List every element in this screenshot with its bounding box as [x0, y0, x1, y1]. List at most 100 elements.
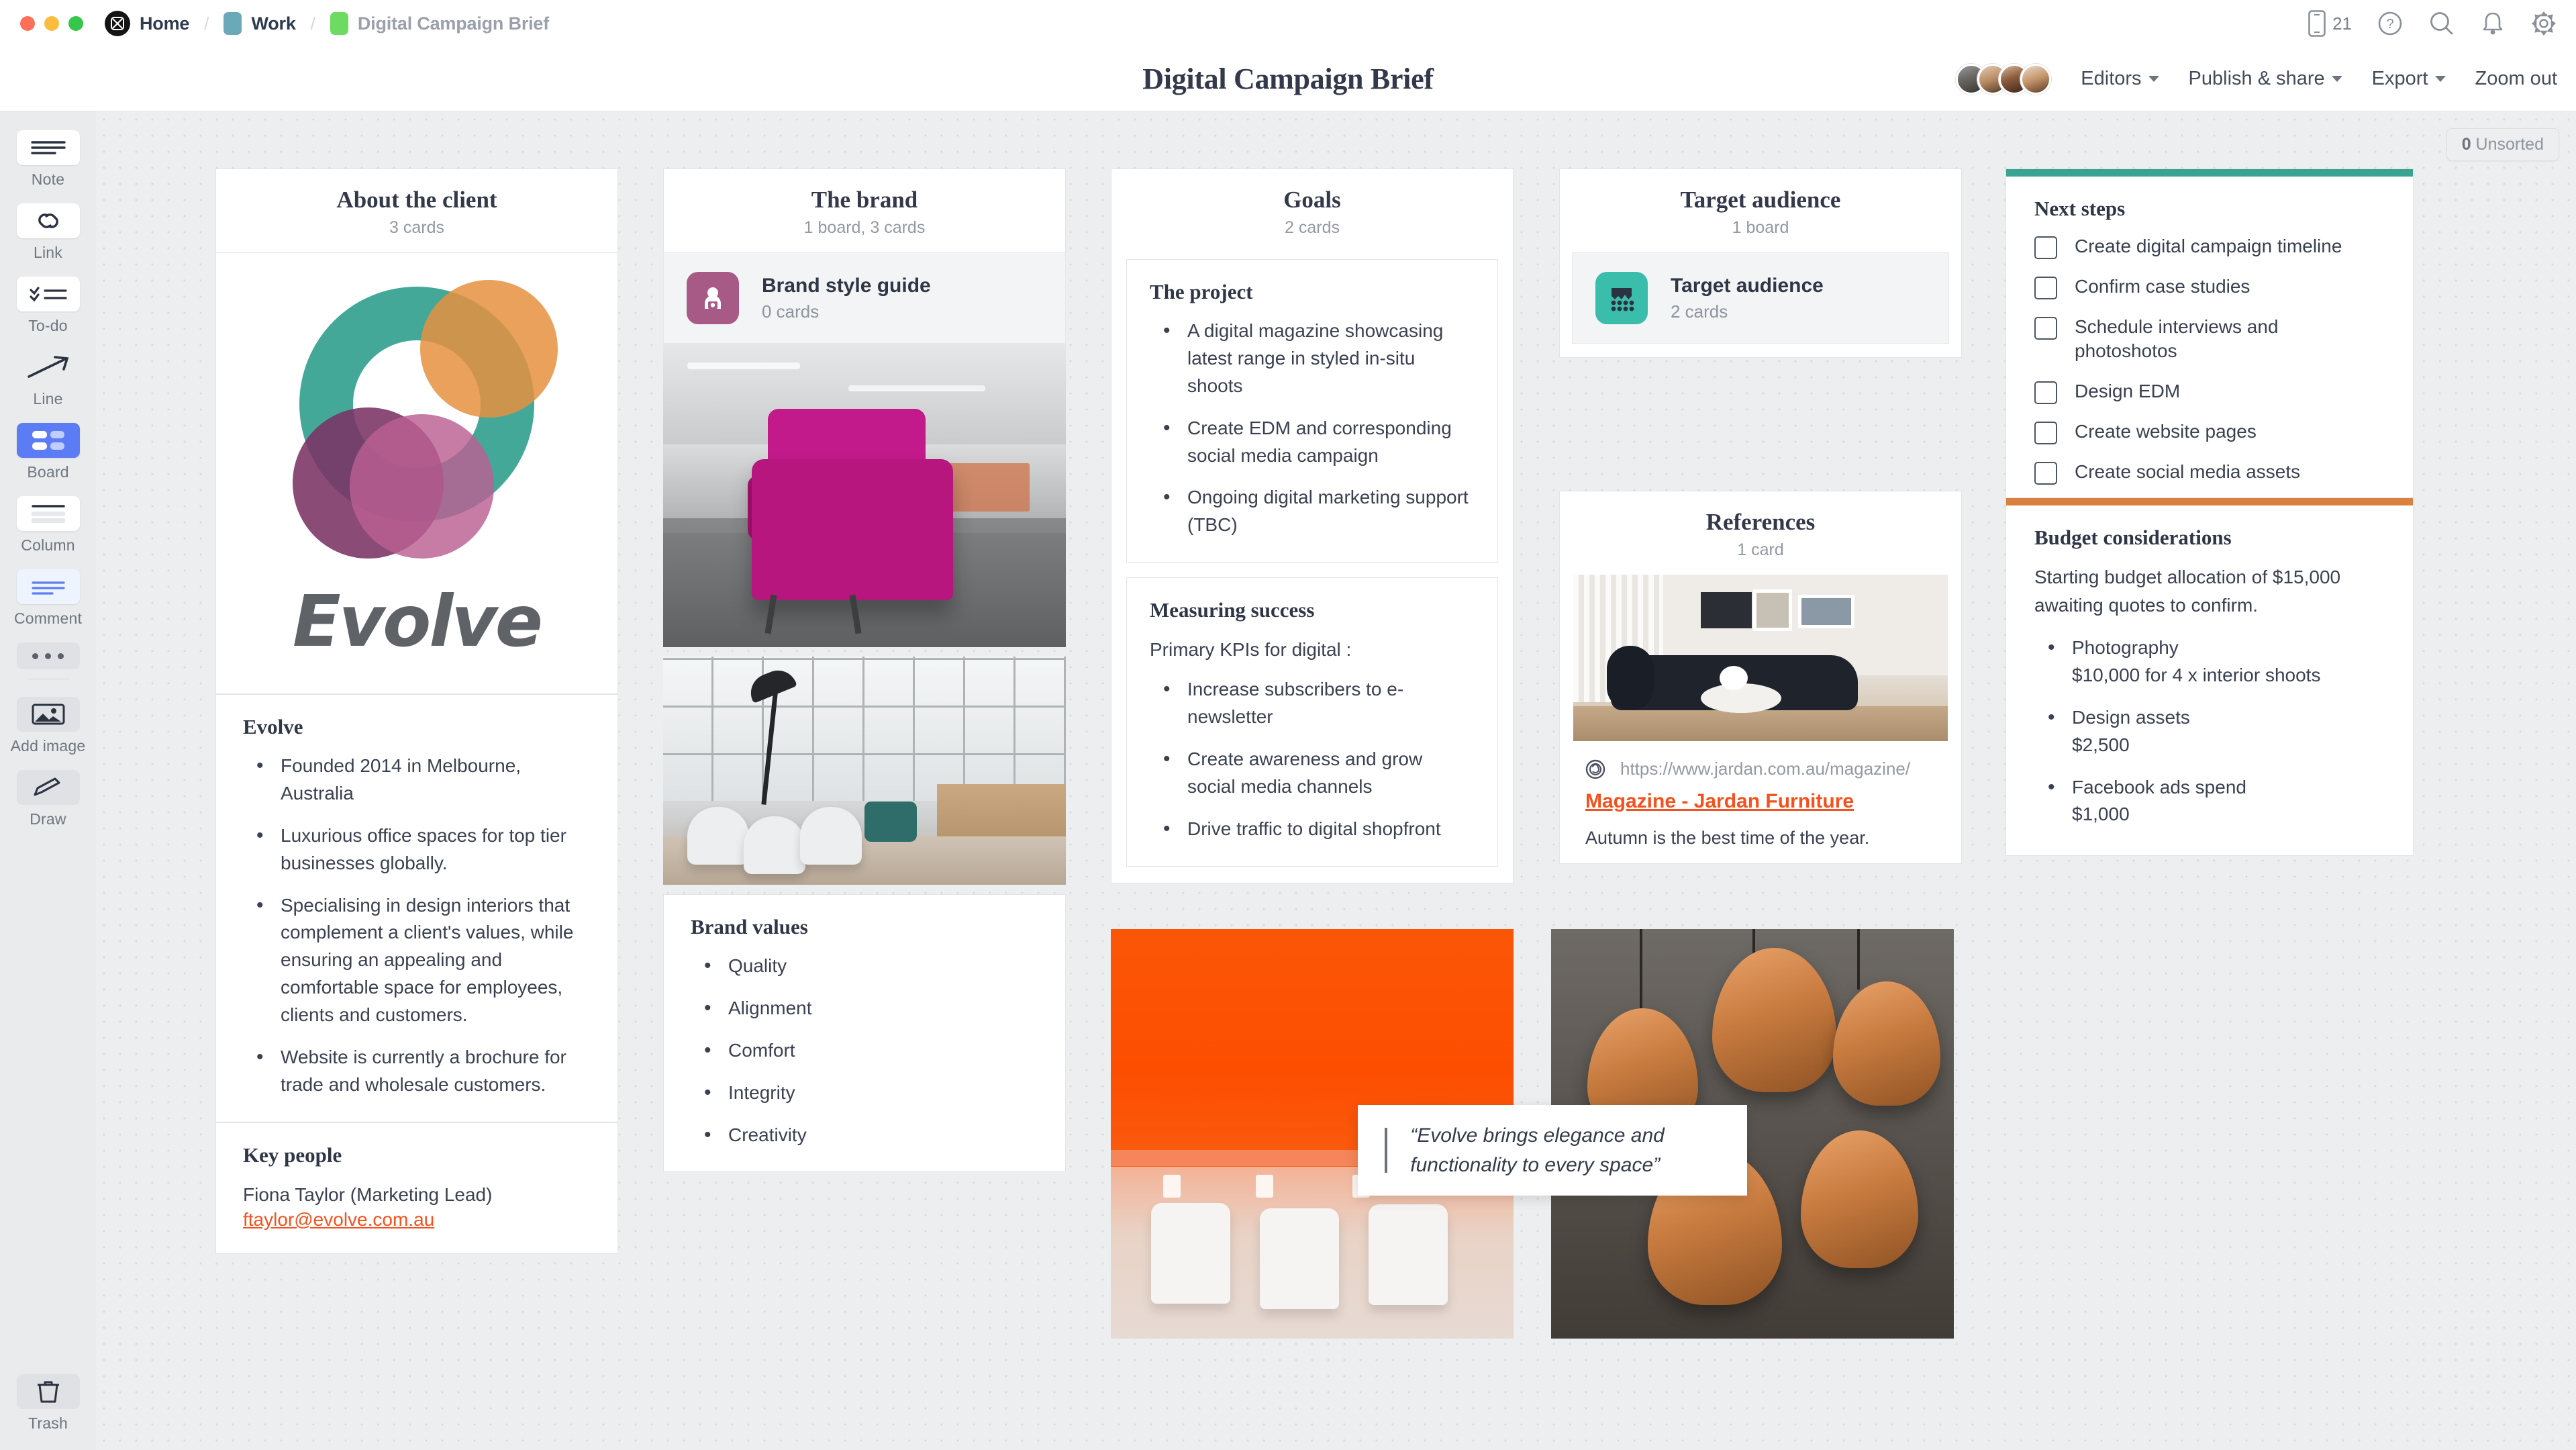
editors-menu-button[interactable]: Editors	[2081, 68, 2159, 90]
column-subtitle: 1 board, 3 cards	[803, 218, 926, 237]
board-canvas[interactable]: 0 Unsorted About the client 3 cards Evol…	[96, 111, 2576, 1450]
export-menu-button[interactable]: Export	[2372, 68, 2446, 90]
photo-living-room[interactable]	[1573, 575, 1948, 741]
tool-add-image-label: Add image	[10, 737, 86, 755]
left-toolbar: Note Link To-do Line Board Column Commen…	[0, 111, 96, 1450]
settings-icon[interactable]	[2530, 10, 2557, 37]
checkbox-icon[interactable]	[2034, 277, 2057, 299]
tool-todo-label: To-do	[28, 317, 68, 334]
quote-overlay-card[interactable]: “Evolve brings elegance and functionalit…	[1358, 1105, 1747, 1196]
card-the-project[interactable]: The project A digital magazine showcasin…	[1126, 259, 1498, 563]
device-count[interactable]: 21	[2308, 10, 2352, 37]
list-item: Design assets $2,500	[2034, 703, 2385, 759]
card-measuring-success[interactable]: Measuring success Primary KPIs for digit…	[1126, 577, 1498, 867]
list-item: Ongoing digital marketing support (TBC)	[1150, 483, 1475, 539]
tool-column[interactable]: Column	[0, 496, 96, 554]
unsorted-badge[interactable]: 0 Unsorted	[2446, 128, 2559, 161]
card-budget-considerations[interactable]: Budget considerations Starting budget al…	[2005, 497, 2414, 857]
tool-line[interactable]: Line	[0, 350, 96, 408]
column-title: The brand	[811, 187, 918, 213]
checkbox-icon[interactable]	[2034, 317, 2057, 340]
key-person-email-link[interactable]: ftaylor@evolve.com.au	[243, 1209, 434, 1230]
breadcrumb-item-work[interactable]: Work	[224, 12, 296, 35]
publish-share-menu-button[interactable]: Publish & share	[2189, 68, 2342, 90]
card-evolve-logo[interactable]: Evolve	[215, 252, 618, 694]
checklist-label: Create website pages	[2075, 420, 2257, 442]
column-title: References	[1705, 509, 1816, 535]
column-goals[interactable]: Goals 2 cards The project A digital maga…	[1111, 168, 1514, 971]
tool-draw[interactable]: Draw	[0, 770, 96, 828]
board-card-title: Target audience	[1671, 274, 1824, 297]
budget-bullet-list: Photography $10,000 for 4 x interior sho…	[2034, 633, 2385, 828]
list-item: Integrity	[691, 1078, 1038, 1108]
measuring-intro: Primary KPIs for digital :	[1150, 639, 1352, 661]
board-card-brand-style-guide[interactable]: Brand style guide 0 cards	[663, 252, 1066, 344]
editor-avatars[interactable]	[1956, 63, 2052, 95]
tool-note[interactable]: Note	[0, 130, 96, 189]
column-title: Target audience	[1680, 187, 1841, 213]
checklist-item[interactable]: Create website pages	[2034, 420, 2385, 444]
trash-button[interactable]: Trash	[0, 1374, 96, 1433]
avatar[interactable]	[2020, 63, 2052, 95]
checkbox-icon[interactable]	[2034, 381, 2057, 404]
brand-style-guide-icon	[687, 272, 739, 324]
breadcrumb-item-brief[interactable]: Digital Campaign Brief	[330, 12, 549, 35]
reference-url: https://www.jardan.com.au/magazine/	[1620, 759, 1911, 779]
tool-line-label: Line	[33, 390, 63, 407]
breadcrumb-label-work: Work	[251, 13, 296, 34]
tool-link[interactable]: Link	[0, 203, 96, 262]
search-icon[interactable]	[2428, 10, 2455, 37]
card-heading: Key people	[243, 1143, 342, 1167]
column-target-audience[interactable]: Target audience 1 board Target audience …	[1559, 168, 1962, 358]
breadcrumb-item-home[interactable]: Home	[105, 11, 189, 36]
help-icon[interactable]: ?	[2377, 11, 2403, 36]
tool-todo[interactable]: To-do	[0, 277, 96, 335]
checklist-item[interactable]: Create digital campaign timeline	[2034, 234, 2385, 259]
svg-text:?: ?	[2386, 17, 2393, 32]
device-count-label: 21	[2332, 13, 2352, 34]
card-key-people[interactable]: Key people Fiona Taylor (Marketing Lead)…	[215, 1122, 618, 1254]
board-card-subtitle: 2 cards	[1671, 301, 1728, 322]
measuring-bullet-list: Increase subscribers to e-newsletter Cre…	[1150, 675, 1475, 843]
maximize-window-button[interactable]	[68, 16, 83, 31]
checklist-item[interactable]: Schedule interviews and photoshotos	[2034, 315, 2385, 364]
window-controls[interactable]	[20, 16, 83, 31]
reference-link[interactable]: Magazine - Jardan Furniture	[1585, 790, 1936, 813]
checkbox-icon[interactable]	[2034, 236, 2057, 259]
board-card-target-audience[interactable]: Target audience 2 cards	[1572, 252, 1949, 344]
topbar-actions: 21 ?	[2308, 0, 2557, 47]
card-heading: Budget considerations	[2034, 526, 2232, 549]
more-options-icon[interactable]	[16, 642, 80, 669]
checkbox-icon[interactable]	[2034, 461, 2057, 485]
tool-comment[interactable]: Comment	[0, 569, 96, 628]
checklist-item[interactable]: Confirm case studies	[2034, 275, 2385, 299]
column-subtitle: 2 cards	[1285, 218, 1340, 237]
column-the-brand[interactable]: The brand 1 board, 3 cards Brand style g…	[663, 168, 1066, 1173]
card-next-steps[interactable]: Next steps Create digital campaign timel…	[2005, 168, 2414, 551]
checklist-item[interactable]: Design EDM	[2034, 379, 2385, 404]
quote-text: “Evolve brings elegance and functionalit…	[1410, 1124, 1665, 1176]
zoom-out-button[interactable]: Zoom out	[2475, 68, 2558, 90]
close-window-button[interactable]	[20, 16, 35, 31]
milanote-logo-icon	[105, 11, 130, 36]
checklist-item[interactable]: Create social media assets	[2034, 460, 2385, 485]
notifications-icon[interactable]	[2481, 11, 2505, 36]
board-icon	[16, 423, 80, 458]
photo-office-interior[interactable]	[663, 657, 1066, 885]
minimize-window-button[interactable]	[44, 16, 59, 31]
tool-board[interactable]: Board	[0, 423, 96, 481]
trash-label: Trash	[28, 1414, 68, 1432]
column-header-references: References 1 card	[1559, 491, 1962, 575]
list-item: Increase subscribers to e-newsletter	[1150, 675, 1475, 731]
list-item: Create awareness and grow social media c…	[1150, 744, 1475, 801]
column-references[interactable]: References 1 card https://www.jardan.com…	[1559, 491, 1962, 864]
column-header-target-audience: Target audience 1 board	[1559, 168, 1962, 252]
photo-magenta-chair[interactable]	[663, 344, 1066, 647]
tool-add-image[interactable]: Add image	[0, 697, 96, 755]
link-icon	[16, 203, 80, 238]
card-evolve-details[interactable]: Evolve Founded 2014 in Melbourne, Austra…	[215, 694, 618, 1122]
column-header-goals: Goals 2 cards	[1111, 168, 1514, 252]
checkbox-icon[interactable]	[2034, 421, 2057, 444]
column-about-client[interactable]: About the client 3 cards Evolve Evolve F…	[215, 168, 618, 1254]
card-brand-values[interactable]: Brand values Quality Alignment Comfort I…	[663, 894, 1066, 1173]
